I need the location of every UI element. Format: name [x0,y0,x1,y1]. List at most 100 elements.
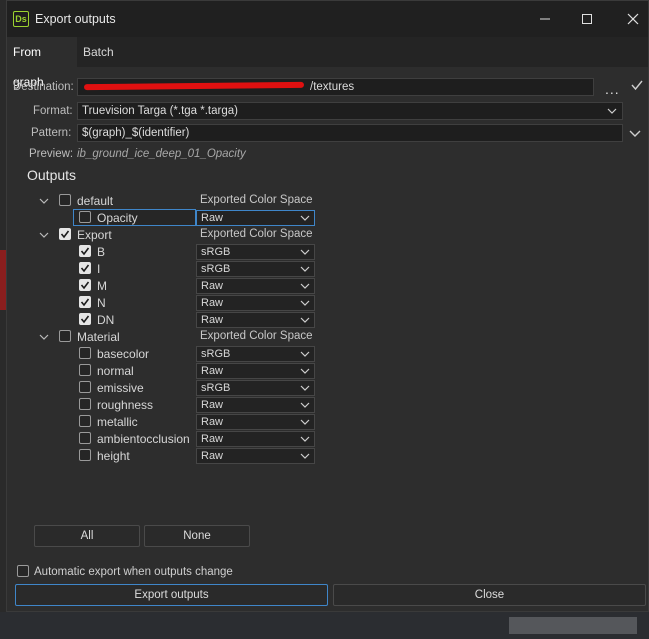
format-label: Format: [33,105,73,117]
chevron-down-icon [299,381,311,395]
expander-chevron-icon[interactable] [39,230,49,240]
chevron-down-icon [606,103,618,119]
output-label-n: N [97,296,106,310]
preview-value: ib_ground_ice_deep_01_Opacity [77,148,246,160]
output-label-dn: DN [97,313,115,327]
output-checkbox-m[interactable] [79,279,91,291]
chevron-down-icon [299,432,311,446]
output-checkbox-metallic[interactable] [79,415,91,427]
color-space-value: sRGB [201,246,231,258]
pattern-value: $(graph)_$(identifier) [82,127,190,139]
color-space-select-opacity[interactable]: Raw [196,210,315,226]
group-label-export: Export [77,228,112,242]
pattern-label: Pattern: [31,127,72,139]
confirm-check-icon[interactable] [631,79,643,94]
color-space-select-ambientocclusion[interactable]: Raw [196,431,315,447]
output-checkbox-emissive[interactable] [79,381,91,393]
output-checkbox-dn[interactable] [79,313,91,325]
color-space-select-height[interactable]: Raw [196,448,315,464]
background-scrollbar [509,617,637,634]
color-space-header: Exported Color Space [200,330,313,342]
output-checkbox-roughness[interactable] [79,398,91,410]
chevron-down-icon [299,211,311,225]
output-label-opacity: Opacity [97,211,138,225]
output-label-b: B [97,245,106,259]
format-value: Truevision Targa (*.tga *.targa) [82,105,238,117]
color-space-select-roughness[interactable]: Raw [196,397,315,413]
output-checkbox-height[interactable] [79,449,91,461]
color-space-select-metallic[interactable]: Raw [196,414,315,430]
group-checkbox-default[interactable] [59,194,71,206]
destination-label: Destination: [13,81,74,93]
output-checkbox-ambientocclusion[interactable] [79,432,91,444]
color-space-select-b[interactable]: sRGB [196,244,315,260]
preview-label: Preview: [29,148,74,160]
tab-bar: From graph Batch [7,37,648,89]
color-space-value: sRGB [201,382,231,394]
app-icon: Ds [13,11,29,27]
outputs-section-title: Outputs [27,167,77,183]
tab-batch[interactable]: Batch [77,37,120,67]
color-space-value: Raw [201,416,224,428]
maximize-icon[interactable] [575,7,599,31]
color-space-header: Exported Color Space [200,194,313,206]
color-space-select-m[interactable]: Raw [196,278,315,294]
chevron-down-icon [299,347,311,361]
format-select[interactable]: Truevision Targa (*.tga *.targa) [77,102,623,120]
destination-browse-button[interactable]: ... [605,81,620,97]
chevron-down-icon [299,262,311,276]
color-space-value: Raw [201,314,224,326]
group-checkbox-material[interactable] [59,330,71,342]
redacted-path-scribble [83,81,305,91]
close-icon[interactable] [621,7,645,31]
color-space-select-i[interactable]: sRGB [196,261,315,277]
output-label-normal: normal [97,364,134,378]
select-none-button[interactable]: None [144,525,250,547]
color-space-value: Raw [201,450,224,462]
color-space-select-n[interactable]: Raw [196,295,315,311]
output-checkbox-b[interactable] [79,245,91,257]
chevron-down-icon [299,415,311,429]
expander-chevron-icon[interactable] [39,196,49,206]
window-title: Export outputs [35,12,116,26]
pattern-field[interactable]: $(graph)_$(identifier) [77,124,623,142]
tab-from-graph[interactable]: From graph [7,37,77,89]
output-checkbox-normal[interactable] [79,364,91,376]
output-checkbox-n[interactable] [79,296,91,308]
close-button[interactable]: Close [333,584,646,606]
minimize-icon[interactable] [533,7,557,31]
output-checkbox-opacity[interactable] [79,211,91,223]
chevron-down-icon [299,245,311,259]
color-space-value: Raw [201,280,224,292]
auto-export-label: Automatic export when outputs change [34,566,233,578]
color-space-select-normal[interactable]: Raw [196,363,315,379]
select-all-button[interactable]: All [34,525,140,547]
title-bar: Ds Export outputs [7,1,648,37]
color-space-select-basecolor[interactable]: sRGB [196,346,315,362]
output-label-roughness: roughness [97,398,154,412]
group-label-default: default [77,194,114,208]
output-checkbox-i[interactable] [79,262,91,274]
chevron-down-icon [299,313,311,327]
group-checkbox-export[interactable] [59,228,71,240]
color-space-value: Raw [201,297,224,309]
auto-export-checkbox[interactable] [17,565,29,577]
color-space-select-emissive[interactable]: sRGB [196,380,315,396]
color-space-value: sRGB [201,263,231,275]
color-space-value: Raw [201,399,224,411]
color-space-value: sRGB [201,348,231,360]
output-checkbox-basecolor[interactable] [79,347,91,359]
expander-chevron-icon[interactable] [39,332,49,342]
export-outputs-button[interactable]: Export outputs [15,584,328,606]
destination-field[interactable]: /textures [77,78,594,96]
group-label-material: Material [77,330,120,344]
pattern-dropdown-chevron-icon[interactable] [629,127,641,141]
output-label-metallic: metallic [97,415,138,429]
chevron-down-icon [299,398,311,412]
output-label-i: I [97,262,101,276]
output-label-basecolor: basecolor [97,347,150,361]
color-space-value: Raw [201,433,224,445]
color-space-value: Raw [201,365,224,377]
export-outputs-dialog: Ds Export outputs From graph Batch Desti… [6,0,649,612]
color-space-select-dn[interactable]: Raw [196,312,315,328]
